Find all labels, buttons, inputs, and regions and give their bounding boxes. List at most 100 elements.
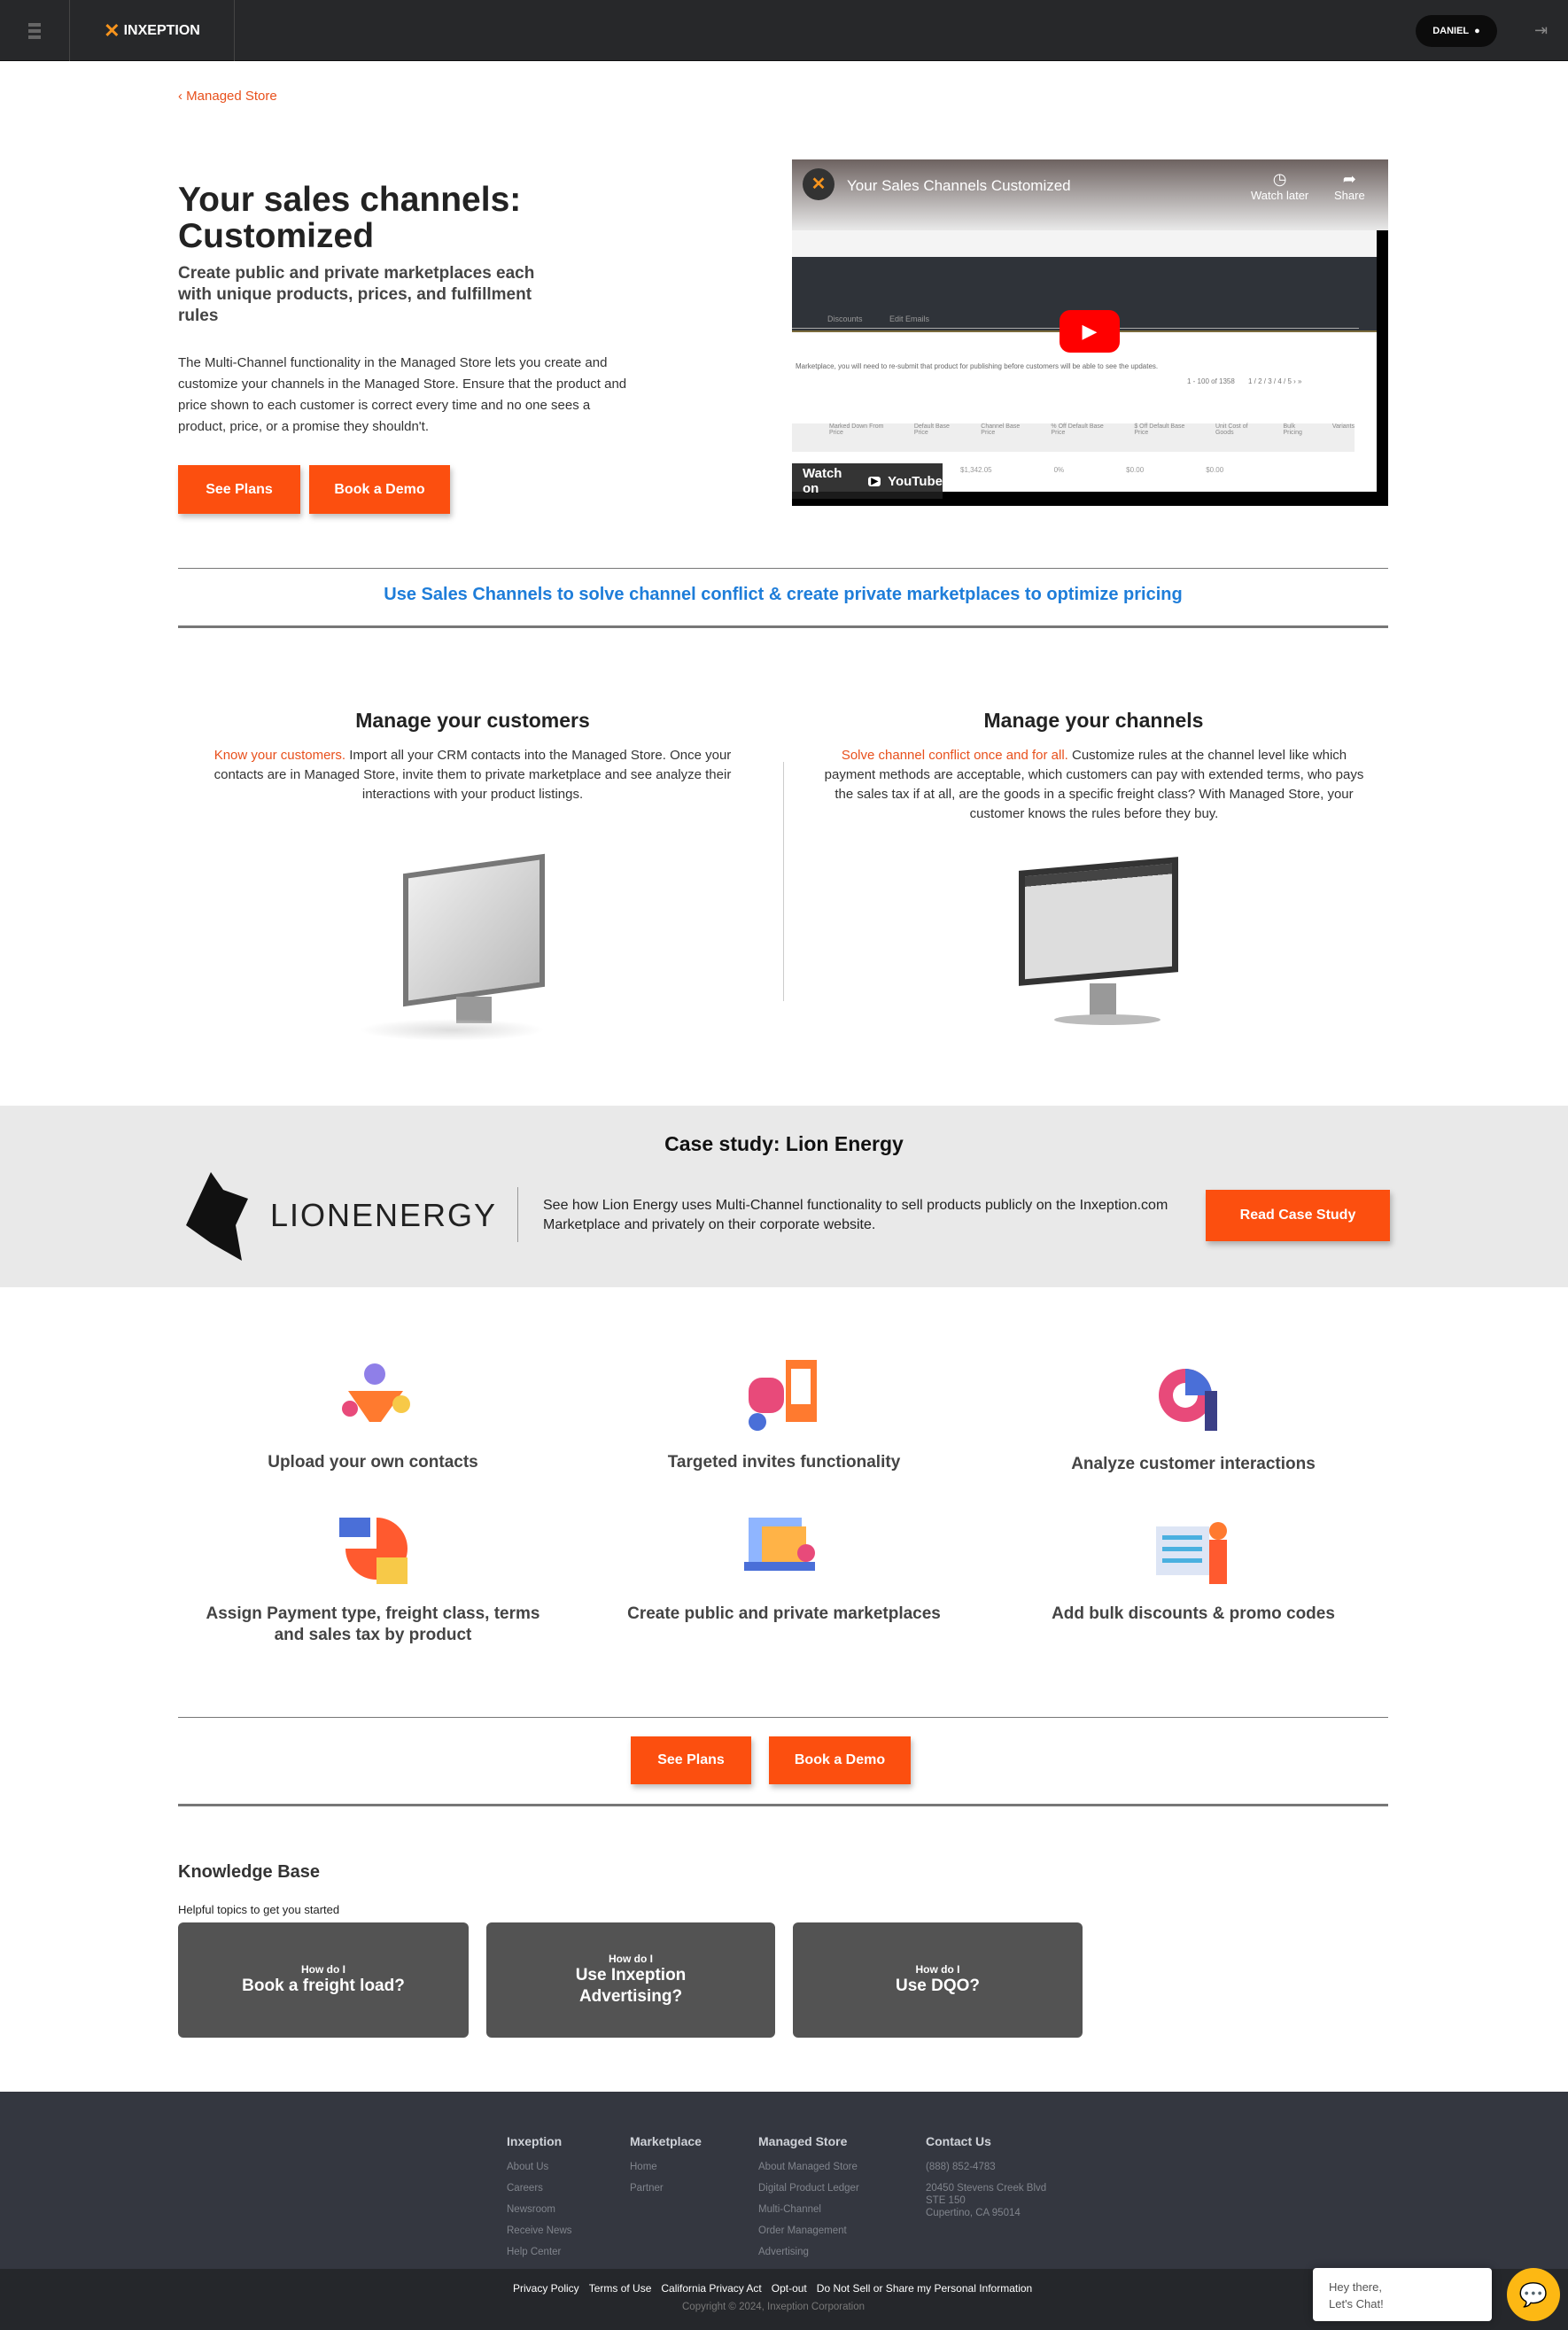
user-icon: ●	[1474, 26, 1480, 36]
marketplaces-illustration	[740, 1513, 824, 1593]
channel-logo-icon: ✕	[803, 168, 834, 200]
highlight-text: Solve channel conflict once and for all.	[841, 748, 1068, 763]
opt-out-link[interactable]: Opt-out	[772, 2282, 807, 2295]
footer-link[interactable]: About Managed Store	[758, 2156, 859, 2178]
video-cell: $0.00	[1126, 466, 1145, 474]
bulk-discounts-illustration	[1152, 1513, 1236, 1593]
footer-col-title: Managed Store	[758, 2134, 848, 2148]
breadcrumb-back-link[interactable]: ‹ Managed Store	[178, 89, 277, 104]
feature-bulk-discounts: Add bulk discounts & promo codes	[1052, 1604, 1335, 1623]
kb-card-title: Use DQO?	[895, 1977, 981, 1995]
feature-upload-contacts: Upload your own contacts	[268, 1453, 478, 1472]
terms-link[interactable]: Terms of Use	[589, 2282, 652, 2295]
watch-on-label: Watch on	[803, 466, 842, 496]
manage-channels-heading: Manage your channels	[983, 709, 1204, 732]
footer-link[interactable]: About Us	[507, 2156, 572, 2178]
analyze-interactions-illustration	[1152, 1360, 1236, 1440]
footer-col-title: Marketplace	[630, 2134, 702, 2148]
read-case-study-button[interactable]: Read Case Study	[1206, 1190, 1390, 1241]
kb-card-pre: How do I	[301, 1963, 345, 1976]
tagline-link[interactable]: Use Sales Channels to solve channel conf…	[178, 585, 1388, 605]
footer-phone[interactable]: (888) 852-4783	[926, 2156, 1046, 2178]
chat-line: Hey there,	[1329, 2280, 1382, 2294]
footer-link[interactable]: Help Center	[507, 2241, 572, 2263]
footer-col-title: Contact Us	[926, 2134, 991, 2148]
manage-channels-text: Solve channel conflict once and for all.…	[815, 746, 1373, 824]
monitor-image	[1010, 857, 1214, 1041]
video-col: % Off Default Base Price	[1051, 423, 1104, 436]
footer-col-contact: Contact Us (888) 852-4783 20450 Stevens Cr…	[926, 2134, 1046, 2219]
youtube-label: YouTube	[888, 473, 943, 489]
share-button[interactable]: ➦ Share	[1334, 170, 1365, 202]
see-plans-button-bottom[interactable]: See Plans	[631, 1736, 751, 1784]
feature-analyze-interactions: Analyze customer interactions	[1071, 1455, 1316, 1473]
feature-marketplaces: Create public and private marketplaces	[627, 1604, 941, 1623]
footer-link[interactable]: Digital Product Ledger	[758, 2178, 859, 2199]
knowledge-base-title: Knowledge Base	[178, 1862, 321, 1882]
see-plans-button[interactable]: See Plans	[178, 465, 300, 514]
footer: Inxeption About Us Careers Newsroom Receive …	[0, 2092, 1568, 2269]
privacy-policy-link[interactable]: Privacy Policy	[513, 2282, 579, 2295]
video-col: Default Base Price	[913, 423, 950, 436]
video-title[interactable]: Your Sales Channels Customized	[847, 177, 1071, 195]
inxeption-logo[interactable]: ✕ INXEPTION	[70, 0, 235, 61]
manage-customers-text: Know your customers. Import all your CRM…	[195, 746, 750, 804]
footer-address: 20450 Stevens Creek Blvd	[926, 2183, 1047, 2194]
kb-card-advertising[interactable]: How do I Use Inxeption Advertising?	[486, 1922, 775, 2038]
youtube-video-embed[interactable]: ✕ Your Sales Channels Customized ◷ Watch …	[792, 159, 1388, 506]
video-tab-discounts: Discounts	[827, 315, 863, 323]
user-menu-button[interactable]: DANIEL ●	[1416, 15, 1497, 47]
footer-link[interactable]: Home	[630, 2156, 702, 2178]
youtube-logo-icon: ▶	[868, 476, 881, 486]
kb-card-freight[interactable]: How do I Book a freight load?	[178, 1922, 469, 2038]
play-button-icon[interactable]: ▶	[1060, 310, 1120, 353]
footer-link[interactable]: Partner	[630, 2178, 702, 2199]
video-cell: $1,342.05	[960, 466, 992, 474]
kb-card-pre: How do I	[609, 1953, 653, 1965]
divider	[178, 1804, 1388, 1806]
breadcrumb-label: Managed Store	[186, 89, 277, 104]
footer-link[interactable]: Newsroom	[507, 2199, 572, 2220]
video-cell: $0.00	[1206, 466, 1224, 474]
footer-link[interactable]: Receive News	[507, 2220, 572, 2241]
kb-card-pre: How do I	[915, 1963, 960, 1976]
share-label: Share	[1334, 189, 1365, 202]
lion-energy-logo-icon	[186, 1172, 248, 1261]
footer-address: Cupertino, CA 95014	[926, 2208, 1021, 2218]
case-study-title: Case study: Lion Energy	[664, 1132, 904, 1155]
x-logo-icon: ✕	[104, 19, 120, 42]
footer-link[interactable]: Advertising	[758, 2241, 859, 2263]
logout-icon[interactable]: ⇥	[1534, 21, 1548, 40]
video-pages: 1 / 2 / 3 / 4 / 5 › »	[1248, 377, 1302, 385]
divider	[178, 1717, 1388, 1718]
video-tab-edit-emails: Edit Emails	[889, 315, 930, 323]
chat-bubble[interactable]: Hey there, Let's Chat!	[1313, 2268, 1492, 2321]
video-notice: Marketplace, you will need to re-submit …	[796, 362, 1159, 370]
watch-on-youtube-button[interactable]: Watch on ▶ YouTube	[792, 463, 943, 499]
feature-targeted-invites: Targeted invites functionality	[667, 1453, 901, 1472]
monitor-image	[359, 853, 545, 1041]
footer-link[interactable]: Order Management	[758, 2220, 859, 2241]
kb-card-dqo[interactable]: How do I Use DQO?	[793, 1922, 1083, 2038]
lion-energy-logo: LIONENERGY	[270, 1197, 498, 1233]
video-col: $ Off Default Base Price	[1134, 423, 1185, 436]
book-demo-button-bottom[interactable]: Book a Demo	[769, 1736, 911, 1784]
video-cell: 0%	[1053, 466, 1065, 474]
manage-customers-heading: Manage your customers	[355, 709, 590, 732]
do-not-sell-link[interactable]: Do Not Sell or Share my Personal Informa…	[817, 2282, 1032, 2295]
chat-icon[interactable]: 💬	[1507, 2268, 1560, 2321]
watch-later-label: Watch later	[1251, 189, 1309, 202]
footer-address: STE 150	[926, 2195, 966, 2206]
book-demo-button[interactable]: Book a Demo	[309, 465, 450, 514]
knowledge-base-subtitle: Helpful topics to get you started	[178, 1903, 340, 1916]
watch-later-button[interactable]: ◷ Watch later	[1251, 170, 1308, 202]
hamburger-menu-icon[interactable]	[0, 0, 70, 61]
footer-link[interactable]: Careers	[507, 2178, 572, 2199]
kb-card-title: Use Inxeption Advertising?	[575, 1966, 687, 2006]
feature-payment-type: Assign Payment type, freight class, term…	[206, 1604, 540, 1644]
video-col: Unit Cost of Goods	[1215, 423, 1248, 436]
top-navbar: ✕ INXEPTION DANIEL ● ⇥	[0, 0, 1568, 61]
california-privacy-link[interactable]: California Privacy Act	[661, 2282, 761, 2295]
footer-link[interactable]: Multi-Channel	[758, 2199, 859, 2220]
kb-card-title: Book a freight load?	[242, 1977, 405, 1995]
